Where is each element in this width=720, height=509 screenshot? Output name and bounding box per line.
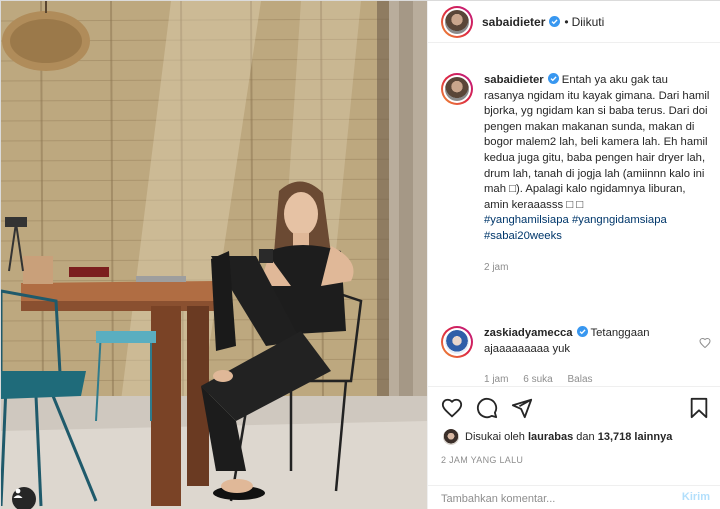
caption-body: sabaidieter Entah ya aku gak tau rasanya… — [484, 73, 711, 275]
post-photo[interactable] — [1, 1, 427, 509]
action-icons — [441, 397, 533, 419]
follow-status-button[interactable]: Diikuti — [572, 15, 605, 29]
bookmark-icon[interactable] — [688, 397, 710, 419]
avatar[interactable] — [441, 5, 473, 38]
comment-meta: 1 jam 6 suka Balas — [484, 372, 694, 386]
caption-time[interactable]: 2 jam — [484, 260, 711, 276]
comment-body: zaskiadyamecca Tetanggaan ajaaaaaaaaa yu… — [484, 326, 694, 386]
comment-icon[interactable] — [476, 397, 498, 419]
comment-time[interactable]: 1 jam — [484, 374, 508, 385]
post-header: sabaidieter • Diikuti — [428, 1, 720, 43]
liker-avatar[interactable] — [443, 429, 459, 445]
liked-by-count[interactable]: 13,718 lainnya — [598, 431, 673, 443]
comment-input[interactable] — [441, 490, 661, 508]
hashtag-link[interactable]: #yangngidamsiapa — [572, 214, 667, 226]
post-side-panel: sabaidieter • Diikuti sabaidieter Entah … — [427, 1, 720, 509]
caption-avatar[interactable] — [441, 73, 473, 105]
verified-badge-icon — [549, 16, 561, 27]
hashtag-link[interactable]: #sabai20weeks — [484, 230, 562, 242]
header-username[interactable]: sabaidieter — [482, 15, 545, 29]
comment-reply-button[interactable]: Balas — [567, 374, 592, 385]
post-modal: sabaidieter • Diikuti sabaidieter Entah … — [0, 0, 720, 509]
separator-dot: • — [564, 14, 569, 29]
verified-badge-icon — [547, 73, 559, 84]
user-tag-icon[interactable] — [12, 487, 36, 509]
caption: sabaidieter Entah ya aku gak tau rasanya… — [441, 73, 711, 275]
liked-by: Disukai oleh laurabas dan 13,718 lainnya — [443, 429, 672, 445]
comment-likes[interactable]: 6 suka — [523, 374, 552, 385]
verified-badge-icon — [576, 326, 588, 337]
caption-hashtags: #yanghamilsiapa #yangngidamsiapa #sabai2… — [484, 213, 711, 244]
hashtag-link[interactable]: #yanghamilsiapa — [484, 214, 569, 226]
post-comment-button[interactable]: Kirim — [682, 491, 710, 503]
paper-plane-icon[interactable] — [511, 397, 533, 419]
comment-username[interactable]: zaskiadyamecca — [484, 327, 573, 339]
caption-username[interactable]: sabaidieter — [484, 74, 544, 86]
liked-by-user[interactable]: laurabas — [528, 431, 573, 443]
comments-scroll-area[interactable]: sabaidieter Entah ya aku gak tau rasanya… — [428, 43, 720, 386]
post-actions: Disukai oleh laurabas dan 13,718 lainnya… — [428, 386, 720, 509]
add-comment-bar: Kirim — [428, 485, 720, 509]
comment-item: zaskiadyamecca Tetanggaan ajaaaaaaaaa yu… — [441, 326, 711, 386]
heart-icon[interactable] — [441, 397, 463, 419]
liked-by-prefix: Disukai oleh — [465, 431, 525, 443]
post-date[interactable]: 2 JAM YANG LALU — [441, 455, 523, 465]
photo-scene — [1, 1, 427, 509]
comment-avatar[interactable] — [441, 326, 473, 358]
liked-by-and: dan — [576, 431, 595, 443]
comment-like-heart-icon[interactable] — [699, 337, 711, 349]
caption-text: Entah ya aku gak tau rasanya ngidam itu … — [484, 74, 710, 211]
